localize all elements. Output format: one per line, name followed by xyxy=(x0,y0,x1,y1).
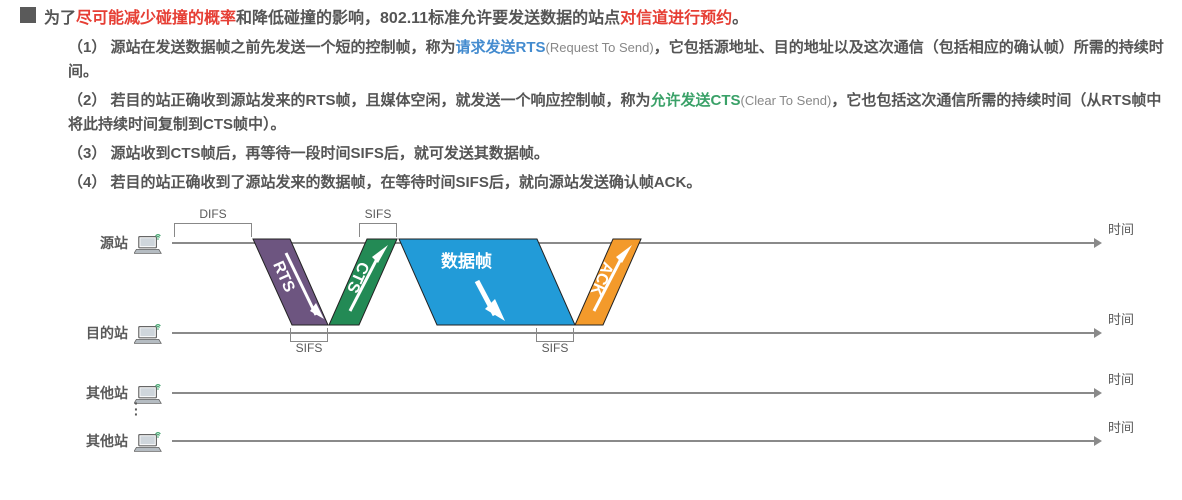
row-label: 目的站 xyxy=(84,323,128,343)
t5: 。 xyxy=(732,10,748,27)
laptop-icon xyxy=(134,379,166,407)
timeline-row-2: 其他站时间 xyxy=(84,379,1134,407)
timeline-row-3: 其他站时间 xyxy=(84,427,1134,455)
row-label: 其他站 xyxy=(84,383,128,403)
section-title: 为了尽可能减少碰撞的概率和降低碰撞的影响，802.11标准允许要发送数据的站点对… xyxy=(20,4,1172,28)
time-axis-label: 时间 xyxy=(1108,309,1134,328)
timeline-axis xyxy=(172,440,1094,442)
difs-label: DIFS xyxy=(174,207,252,221)
row-label: 源站 xyxy=(84,233,128,253)
bullet-square xyxy=(20,7,36,23)
t1: 为了 xyxy=(44,10,76,27)
title-text: 为了尽可能减少碰撞的概率和降低碰撞的影响，802.11标准允许要发送数据的站点对… xyxy=(44,4,748,28)
time-axis-label: 时间 xyxy=(1108,219,1134,238)
timeline-axis xyxy=(172,392,1094,394)
list-item-4: （4） 若目的站正确收到了源站发来的数据帧，在等待时间SIFS后，就向源站发送确… xyxy=(68,171,1172,195)
numbered-list: （1） 源站在发送数据帧之前先发送一个短的控制帧，称为请求发送RTS(Reque… xyxy=(20,36,1172,195)
t4: 对信道进行预约 xyxy=(620,10,732,27)
list-item-1: （1） 源站在发送数据帧之前先发送一个短的控制帧，称为请求发送RTS(Reque… xyxy=(68,36,1172,84)
data-text: 数据帧 xyxy=(441,247,492,272)
laptop-icon xyxy=(134,229,166,257)
list-item-3: （3） 源站收到CTS帧后，再等待一段时间SIFS后，就可发送其数据帧。 xyxy=(68,142,1172,166)
t2: 尽可能减少碰撞的概率 xyxy=(76,10,236,27)
sifs-bracket-top xyxy=(359,223,397,237)
ellipsis-dots: ··· xyxy=(134,401,139,418)
t3: 和降低碰撞的影响，802.11标准允许要发送数据的站点 xyxy=(236,10,620,27)
time-axis-label: 时间 xyxy=(1108,417,1134,436)
timing-diagram: 源站时间目的站时间其他站时间其他站时间 DIFS SIFS SIFS SIFS … xyxy=(84,219,1134,479)
list-item-2: （2） 若目的站正确收到源站发来的RTS帧，且媒体空闲，就发送一个响应控制帧，称… xyxy=(68,89,1172,137)
laptop-icon xyxy=(134,319,166,347)
ack-frame: ACK xyxy=(540,237,648,333)
time-axis-label: 时间 xyxy=(1108,369,1134,388)
row-label: 其他站 xyxy=(84,431,128,451)
difs-bracket xyxy=(174,223,252,237)
sifs-label-bot2: SIFS xyxy=(536,341,574,355)
sifs-label-top: SIFS xyxy=(359,207,397,221)
sifs-label-bot1: SIFS xyxy=(290,341,328,355)
laptop-icon xyxy=(134,427,166,455)
cts-frame: CTS xyxy=(294,237,402,333)
